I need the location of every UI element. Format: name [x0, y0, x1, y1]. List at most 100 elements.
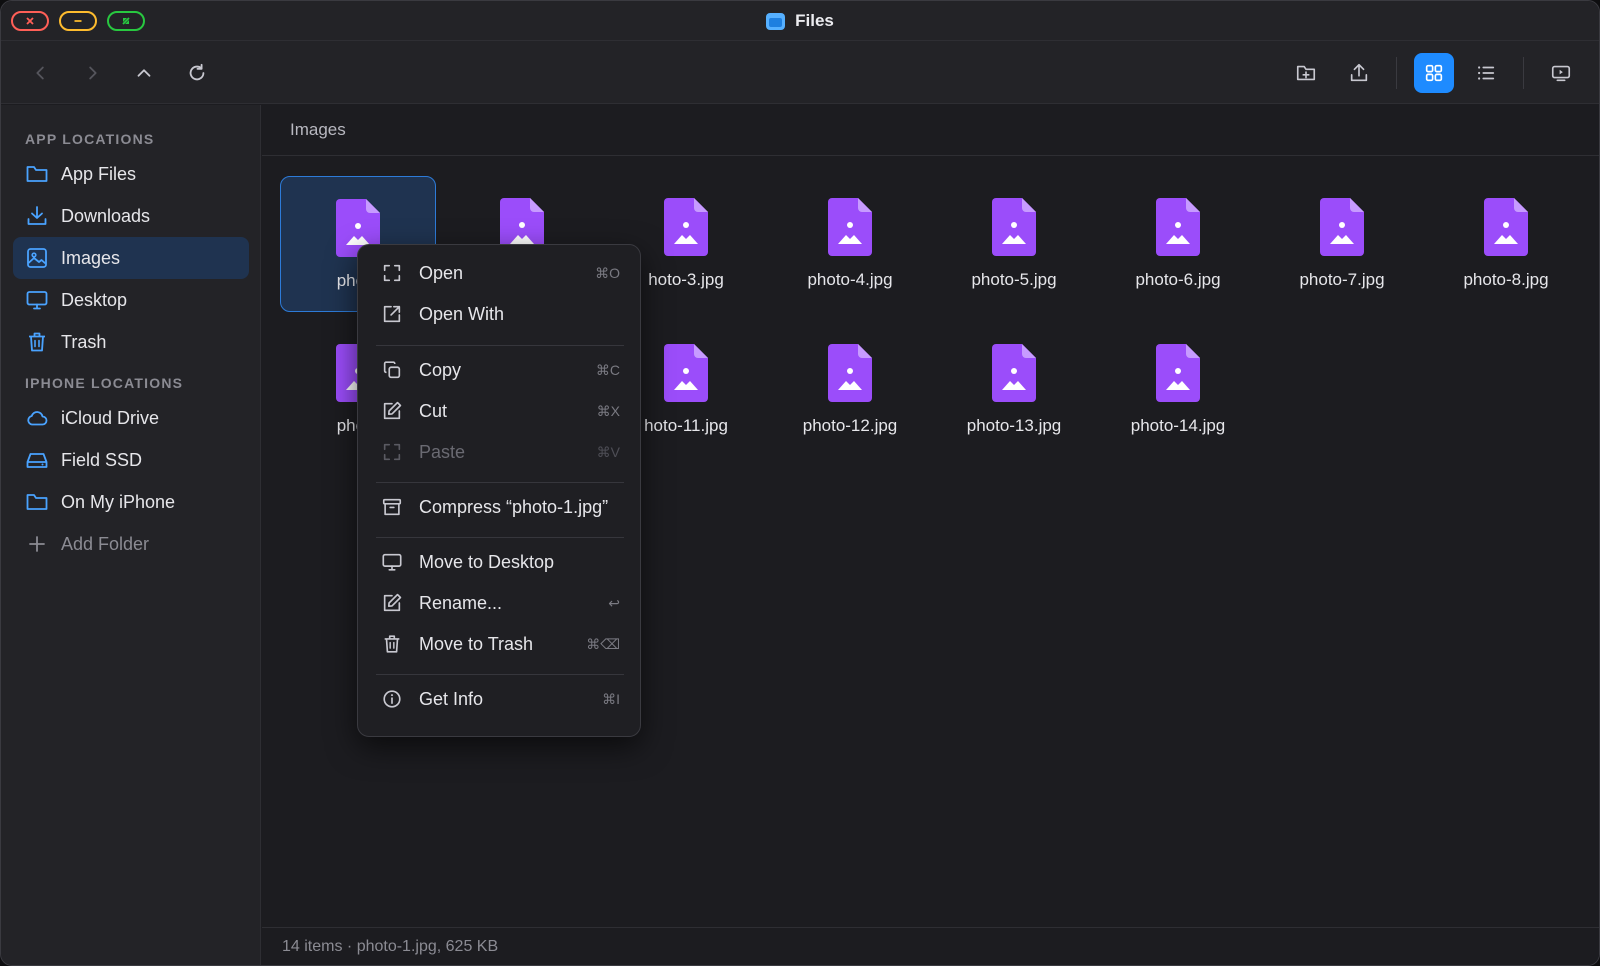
- menu-item-rename[interactable]: Rename... ↩: [366, 584, 632, 622]
- menu-item-label: Move to Trash: [419, 633, 534, 654]
- menu-item-move-to-desktop[interactable]: Move to Desktop: [366, 543, 632, 581]
- desktop-icon: [382, 553, 402, 571]
- list-icon: [1478, 66, 1495, 80]
- expand-icon: [383, 443, 401, 461]
- image-file-icon: [1156, 198, 1200, 256]
- grid-view-button[interactable]: [1414, 53, 1454, 93]
- sidebar-item-field-ssd[interactable]: Field SSD: [13, 439, 249, 481]
- menu-item-compress[interactable]: Compress “photo-1.jpg”: [366, 488, 632, 526]
- folder-icon: [26, 494, 48, 510]
- sidebar-item-downloads[interactable]: Downloads: [13, 195, 249, 237]
- file-name: photo-5.jpg: [971, 270, 1057, 289]
- sidebar-item-on-my-iphone[interactable]: On My iPhone: [13, 481, 249, 523]
- menu-item-label: Copy: [419, 359, 462, 380]
- menu-item-open[interactable]: Open ⌘O: [366, 254, 632, 292]
- sidebar-item-icloud-drive[interactable]: iCloud Drive: [13, 397, 249, 439]
- context-menu: Open ⌘O Open With Copy ⌘C Cut ⌘X Paste ⌘…: [357, 244, 641, 737]
- menu-item-label: Compress “photo-1.jpg”: [419, 496, 609, 517]
- trash-icon: [29, 332, 45, 352]
- menu-item-open-with[interactable]: Open With: [366, 295, 632, 333]
- sidebar-item-trash[interactable]: Trash: [13, 321, 249, 363]
- menu-item-copy[interactable]: Copy ⌘C: [366, 351, 632, 389]
- sidebar-item-app-files[interactable]: App Files: [13, 153, 249, 195]
- share-icon: [1350, 63, 1368, 82]
- refresh-button[interactable]: [177, 53, 217, 93]
- file-item-photo-8[interactable]: photo-8.jpg: [1428, 176, 1584, 312]
- file-name: photo-13.jpg: [966, 416, 1062, 435]
- file-name: photo-7.jpg: [1299, 270, 1385, 289]
- image-file-icon: [992, 198, 1036, 256]
- back-button[interactable]: [21, 53, 61, 93]
- file-item-photo-6[interactable]: photo-6.jpg: [1100, 176, 1256, 312]
- file-name: hoto-3.jpg: [648, 270, 724, 289]
- cloud-icon: [27, 411, 48, 426]
- info-icon: [383, 690, 401, 708]
- app-locations-header: APP LOCATIONS: [25, 131, 155, 147]
- sidebar-item-images[interactable]: Images: [13, 237, 249, 279]
- sidebar-item-label: App Files: [61, 163, 137, 184]
- file-item-photo-13[interactable]: photo-13.jpg: [936, 322, 1092, 458]
- file-item-photo-4[interactable]: photo-4.jpg: [772, 176, 928, 312]
- toolbar: [1, 41, 1599, 104]
- sidebar-item-label: Trash: [61, 331, 107, 352]
- external-link-icon: [383, 305, 401, 323]
- up-button[interactable]: [124, 53, 164, 93]
- status-bar: 14 items · photo-1.jpg, 625 KB: [262, 927, 1599, 965]
- list-view-button[interactable]: [1466, 53, 1506, 93]
- file-item-photo-5[interactable]: photo-5.jpg: [936, 176, 1092, 312]
- forward-button[interactable]: [72, 53, 112, 93]
- iphone-locations-header: IPHONE LOCATIONS: [25, 375, 184, 391]
- menu-item-move-to-trash[interactable]: Move to Trash ⌘⌫: [366, 625, 632, 663]
- menu-item-paste[interactable]: Paste ⌘V: [366, 433, 632, 471]
- menu-shortcut: ⌘I: [602, 690, 620, 707]
- sidebar-item-desktop[interactable]: Desktop: [13, 279, 249, 321]
- file-name: photo-8.jpg: [1463, 270, 1549, 289]
- add-folder-button[interactable]: Add Folder: [13, 523, 249, 565]
- image-file-icon: [1484, 198, 1528, 256]
- image-file-icon: [992, 344, 1036, 402]
- edit-icon: [383, 401, 402, 420]
- menu-shortcut: ⌘⌫: [586, 635, 620, 652]
- copy-icon: [383, 361, 401, 379]
- sidebar-item-label: Field SSD: [61, 449, 143, 470]
- files-app-icon: [766, 12, 786, 30]
- grid-icon: [1425, 64, 1443, 82]
- file-item-photo-12[interactable]: photo-12.jpg: [772, 322, 928, 458]
- file-name: photo-6.jpg: [1135, 270, 1221, 289]
- sidebar-item-label: On My iPhone: [61, 491, 176, 512]
- menu-item-cut[interactable]: Cut ⌘X: [366, 392, 632, 430]
- new-folder-button[interactable]: [1286, 53, 1326, 93]
- menu-item-get-info[interactable]: Get Info ⌘I: [366, 680, 632, 718]
- file-name: photo-4.jpg: [807, 270, 893, 289]
- image-file-icon: [828, 198, 872, 256]
- image-file-icon: [1156, 344, 1200, 402]
- menu-divider: [376, 345, 624, 346]
- menu-shortcut: ↩: [608, 594, 620, 611]
- chevron-right-icon: [89, 66, 97, 80]
- menu-divider: [376, 482, 624, 483]
- edit-icon: [383, 593, 402, 612]
- file-item-photo-14[interactable]: photo-14.jpg: [1100, 322, 1256, 458]
- menu-shortcut: ⌘O: [595, 264, 620, 281]
- sidebar-item-label: Downloads: [61, 205, 151, 226]
- desktop-icon: [26, 291, 48, 310]
- file-name: hoto-11.jpg: [644, 416, 728, 435]
- preview-button[interactable]: [1541, 53, 1581, 93]
- preview-icon: [1551, 65, 1571, 82]
- archive-icon: [382, 498, 402, 516]
- image-file-icon: [664, 344, 708, 402]
- header-divider: [262, 155, 1599, 156]
- file-name: photo-14.jpg: [1130, 416, 1226, 435]
- menu-item-label: Paste: [419, 441, 466, 462]
- chevron-up-icon: [137, 69, 151, 77]
- plus-icon: [29, 536, 45, 552]
- share-button[interactable]: [1339, 53, 1379, 93]
- sidebar-item-label: iCloud Drive: [61, 407, 160, 428]
- image-icon: [27, 248, 47, 268]
- menu-shortcut: ⌘X: [596, 402, 620, 419]
- file-name: photo-12.jpg: [802, 416, 898, 435]
- image-file-icon: [664, 198, 708, 256]
- menu-item-label: Open: [419, 262, 464, 283]
- sidebar: APP LOCATIONS App Files Downloads Images…: [1, 105, 261, 965]
- file-item-photo-7[interactable]: photo-7.jpg: [1264, 176, 1420, 312]
